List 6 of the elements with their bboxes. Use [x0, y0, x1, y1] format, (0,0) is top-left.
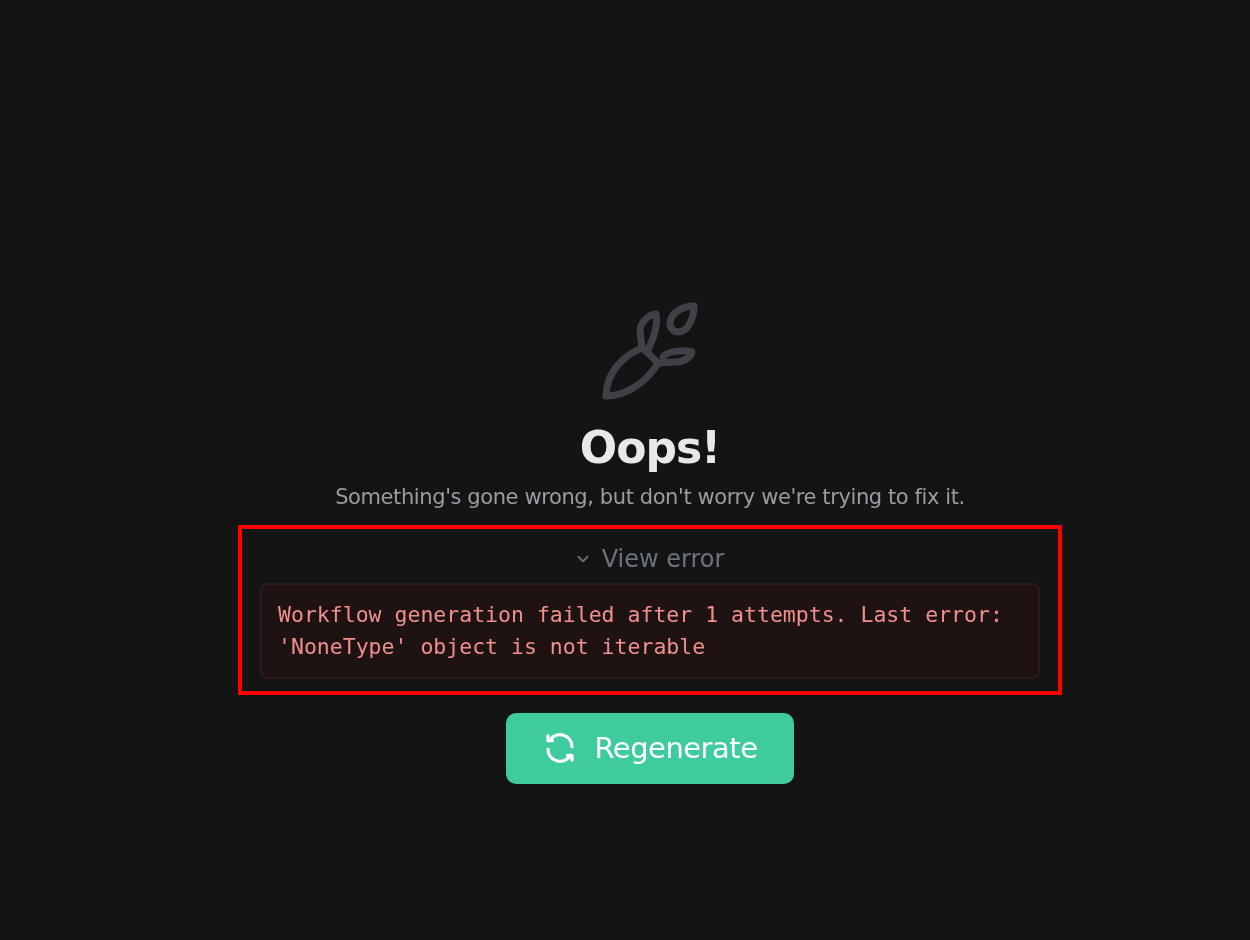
error-details: Workflow generation failed after 1 attempts. Last error: 'NoneType' object is not iterable: [260, 582, 1040, 679]
error-message: Something's gone wrong, but don't worry we're trying to fix it.: [335, 484, 965, 509]
view-error-toggle[interactable]: View error: [575, 540, 725, 577]
regenerate-button[interactable]: Regenerate: [506, 712, 794, 784]
chevron-icon: [575, 553, 590, 564]
error-heading: Oops!: [579, 422, 721, 475]
